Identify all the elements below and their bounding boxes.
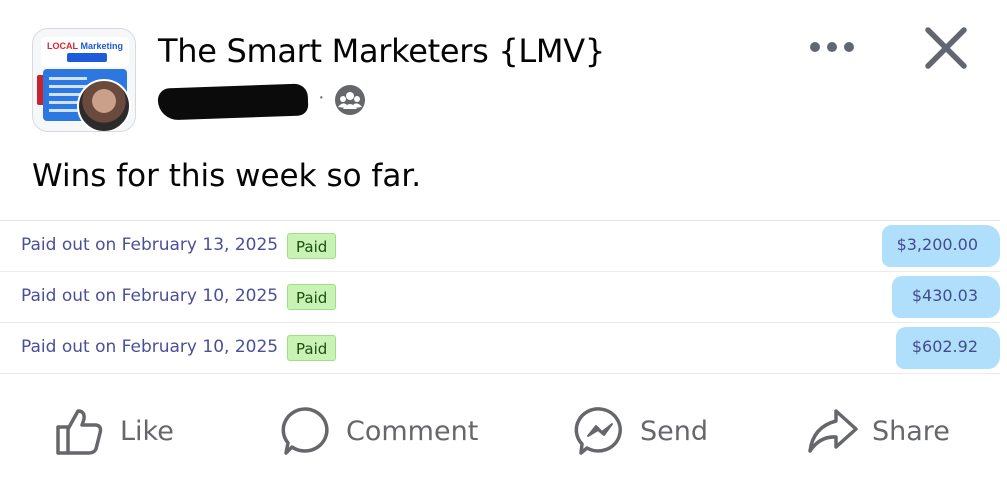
paid-badge: Paid <box>287 335 337 361</box>
close-icon[interactable] <box>922 24 970 72</box>
author-name-redacted <box>157 83 309 121</box>
payout-amount: $3,200.00 <box>896 235 978 254</box>
more-options-button[interactable] <box>806 30 858 64</box>
payout-row: Paid out on February 10, 2025 Paid $602.… <box>0 323 1000 374</box>
group-name[interactable]: The Smart Marketers {LMV} <box>158 32 605 70</box>
avatar-banner: LOCAL Marketing <box>41 37 129 67</box>
payout-row: Paid out on February 10, 2025 Paid $430.… <box>0 272 1000 323</box>
comment-label: Comment <box>346 415 479 447</box>
send-label: Send <box>640 415 709 447</box>
comment-icon <box>281 407 329 455</box>
payout-row: Paid out on February 13, 2025 Paid $3,20… <box>0 221 1000 272</box>
share-button[interactable]: Share <box>806 406 950 456</box>
comment-button[interactable]: Comment <box>280 406 478 456</box>
paid-badge: Paid <box>287 233 337 259</box>
meta-separator: · <box>318 86 325 108</box>
post-actions-bar: Like Comment Send Share <box>0 392 1007 472</box>
avatar-banner-text: LOCAL Marketing <box>47 41 124 51</box>
send-button[interactable]: Send <box>574 406 708 456</box>
like-label: Like <box>120 415 174 447</box>
payout-amount: $602.92 <box>911 337 978 356</box>
share-icon <box>808 409 858 453</box>
paid-badge: Paid <box>287 284 337 310</box>
post-text: Wins for this week so far. <box>32 158 422 194</box>
payout-description: Paid out on February 10, 2025 <box>21 286 279 306</box>
share-label: Share <box>872 415 950 447</box>
payout-amount: $430.03 <box>911 286 978 305</box>
avatar-banner-strip <box>67 53 107 62</box>
payout-description: Paid out on February 13, 2025 <box>21 235 279 255</box>
like-icon <box>56 409 103 455</box>
payout-list: Paid out on February 13, 2025 Paid $3,20… <box>0 220 1000 374</box>
group-icon <box>335 85 365 115</box>
like-button[interactable]: Like <box>54 406 174 456</box>
group-avatar[interactable]: LOCAL Marketing <box>32 28 136 132</box>
messenger-icon <box>574 407 622 455</box>
payout-description: Paid out on February 10, 2025 <box>21 337 279 357</box>
author-profile-photo[interactable] <box>77 79 131 131</box>
